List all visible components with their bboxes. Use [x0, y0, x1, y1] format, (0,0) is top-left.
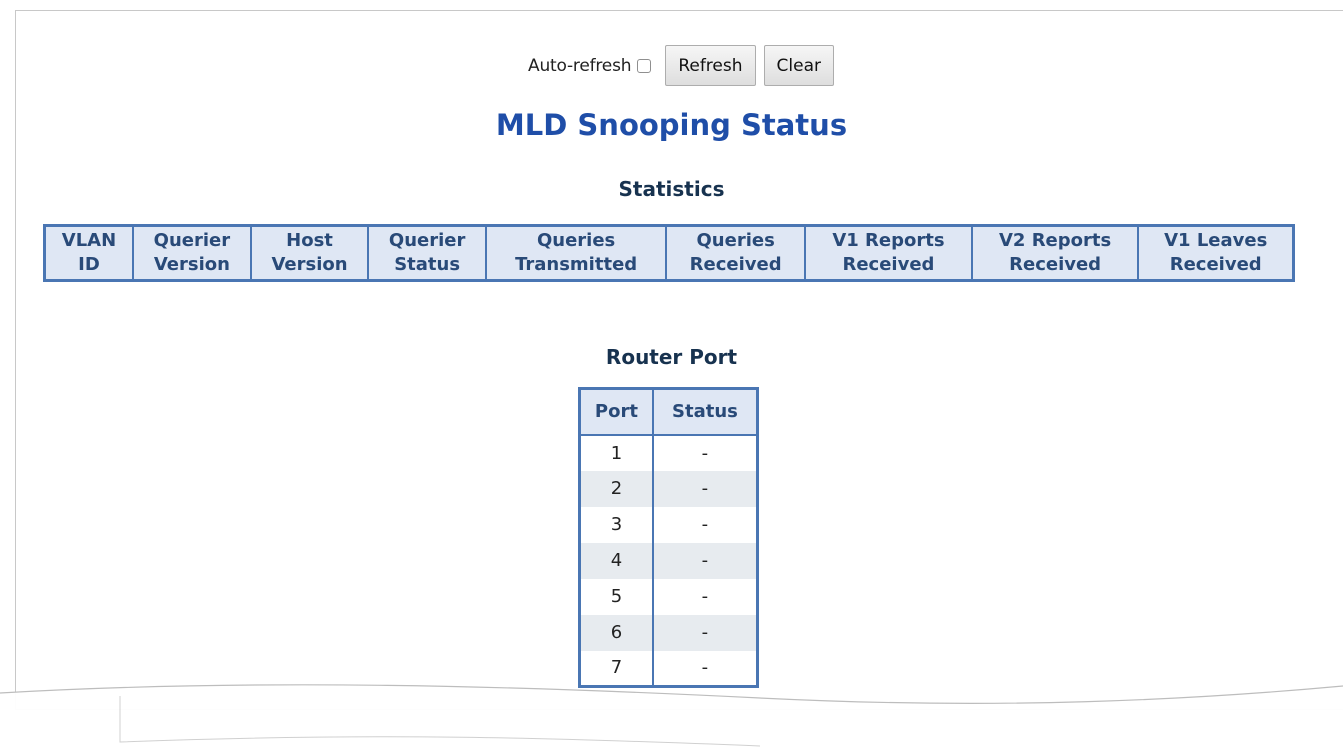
- statistics-header-row: VLAN ID Querier Version Host Version Querie…: [43, 224, 1295, 282]
- table-row: 3-: [578, 506, 759, 543]
- column-header: Querier Version: [131, 224, 252, 282]
- port-cell: 6: [578, 614, 654, 651]
- table-row: 2-: [578, 470, 759, 507]
- port-cell: 1: [578, 434, 654, 471]
- router-port-table: Port Status 1- 2- 3- 4- 5- 6- 7-: [578, 387, 759, 688]
- port-cell: 3: [578, 506, 654, 543]
- column-header: Queries Received: [665, 224, 807, 282]
- column-header: Queries Transmitted: [485, 224, 668, 282]
- refresh-button[interactable]: Refresh: [665, 45, 756, 86]
- clear-button[interactable]: Clear: [763, 45, 834, 86]
- table-row: 4-: [578, 542, 759, 579]
- port-cell: 5: [578, 578, 654, 615]
- port-column-header: Port: [578, 387, 654, 436]
- column-header: V1 Leaves Received: [1137, 224, 1295, 282]
- router-port-header-row: Port Status: [578, 387, 759, 436]
- status-cell: -: [651, 614, 759, 651]
- status-cell: -: [651, 434, 759, 471]
- table-row: 6-: [578, 614, 759, 651]
- statistics-table: VLAN ID Querier Version Host Version Querie…: [43, 224, 1295, 282]
- status-column-header: Status: [651, 387, 759, 436]
- status-cell: -: [651, 578, 759, 615]
- column-header: VLAN ID: [43, 224, 134, 282]
- column-header: V1 Reports Received: [804, 224, 973, 282]
- torn-page-edge: [0, 684, 1343, 756]
- auto-refresh-checkbox[interactable]: [637, 58, 652, 73]
- status-cell: -: [651, 542, 759, 579]
- router-port-heading: Router Port: [605, 345, 738, 369]
- column-header: Host Version: [249, 224, 370, 282]
- table-row: 1-: [578, 434, 759, 471]
- statistics-heading: Statistics: [618, 177, 725, 201]
- column-header: Querier Status: [367, 224, 488, 282]
- column-header: V2 Reports Received: [970, 224, 1140, 282]
- page-title: MLD Snooping Status: [495, 108, 848, 142]
- port-cell: 2: [578, 470, 654, 507]
- auto-refresh-label: Auto-refresh: [528, 55, 632, 76]
- status-cell: -: [651, 470, 759, 507]
- port-cell: 4: [578, 542, 654, 579]
- table-row: 5-: [578, 578, 759, 615]
- toolbar: Auto-refresh Refresh Clear: [16, 45, 1343, 86]
- status-cell: -: [651, 506, 759, 543]
